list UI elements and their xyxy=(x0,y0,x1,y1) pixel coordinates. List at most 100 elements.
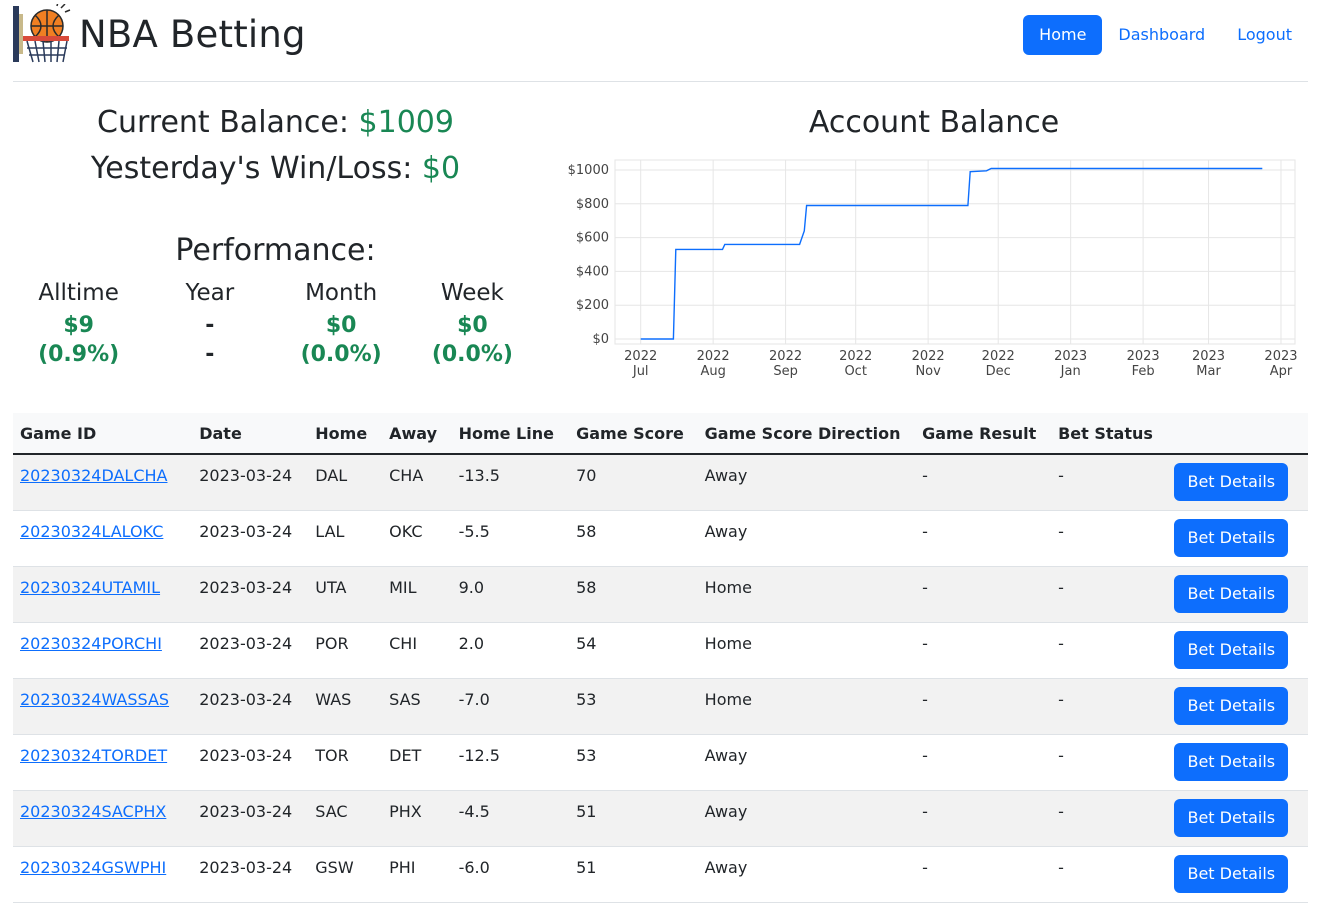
bet-details-button[interactable]: Bet Details xyxy=(1174,575,1289,613)
table-cell: Away xyxy=(697,734,916,791)
table-cell: POR xyxy=(308,622,383,679)
table-cell: - xyxy=(1051,678,1168,735)
column-header: Home Line xyxy=(451,413,570,455)
bet-details-button[interactable]: Bet Details xyxy=(1174,743,1289,781)
table-cell: -13.5 xyxy=(451,454,570,511)
nav-menu: Home Dashboard Logout xyxy=(1023,15,1308,55)
y-tick-label: $600 xyxy=(576,231,609,246)
table-cell: DET xyxy=(382,734,452,791)
nav-dashboard-link[interactable]: Dashboard xyxy=(1102,15,1221,55)
table-cell: UTA xyxy=(308,566,383,623)
table-cell: 2.0 xyxy=(451,622,570,679)
perf-pct: (0.0%) xyxy=(300,342,382,367)
x-tick-label-month: Mar xyxy=(1196,364,1221,379)
table-cell: - xyxy=(1051,790,1168,847)
column-header: Game Score Direction xyxy=(697,413,916,455)
column-header: Game ID xyxy=(13,413,193,455)
account-balance-chart[interactable]: $0$200$400$600$800$10002022Jul2022Aug202… xyxy=(560,150,1308,385)
table-cell: 9.0 xyxy=(451,566,570,623)
table-cell: CHA xyxy=(382,454,452,511)
perf-pct: (0.9%) xyxy=(38,342,120,367)
table-row: 20230324TORDET 2023-03-24 TOR DET -12.5 53 Awa… xyxy=(13,734,1308,791)
table-cell: 20230324DALCHA xyxy=(13,454,193,511)
bet-details-button[interactable]: Bet Details xyxy=(1174,463,1289,501)
game-id-link[interactable]: 20230324LALOKC xyxy=(20,522,163,541)
current-balance: Current Balance: $1009 xyxy=(13,100,538,146)
performance-title: Performance: xyxy=(175,233,376,268)
basketball-hoop-logo-icon xyxy=(13,4,71,63)
game-id-link[interactable]: 20230324PORCHI xyxy=(20,634,162,653)
y-tick-label: $1000 xyxy=(568,163,609,178)
table-cell: 70 xyxy=(569,454,698,511)
y-tick-label: $0 xyxy=(592,332,609,347)
table-cell: 2023-03-24 xyxy=(192,566,309,623)
table-cell: 53 xyxy=(569,678,698,735)
table-cell: Bet Details xyxy=(1167,566,1308,623)
x-tick-label-month: Oct xyxy=(844,364,866,379)
game-id-link[interactable]: 20230324GSWPHI xyxy=(20,858,166,877)
column-header xyxy=(1167,413,1308,455)
table-cell: PHX xyxy=(382,790,452,847)
bet-details-button[interactable]: Bet Details xyxy=(1174,519,1289,557)
x-tick-label-year: 2023 xyxy=(1264,349,1297,364)
bet-details-button[interactable]: Bet Details xyxy=(1174,687,1289,725)
x-tick-label-year: 2023 xyxy=(1127,349,1160,364)
games-table: Game ID Date Home Away Home Line Game Score Ga… xyxy=(13,413,1308,903)
table-row: 20230324GSWPHI 2023-03-24 GSW PHI -6.0 51 Away… xyxy=(13,846,1308,903)
game-id-link[interactable]: 20230324WASSAS xyxy=(20,690,169,709)
table-cell: Home xyxy=(697,622,916,679)
table-cell: - xyxy=(915,510,1052,567)
table-cell: - xyxy=(1051,510,1168,567)
table-cell: SAC xyxy=(308,790,383,847)
bet-details-button[interactable]: Bet Details xyxy=(1174,799,1289,837)
table-cell: - xyxy=(915,846,1052,903)
table-cell: 51 xyxy=(569,790,698,847)
nav-home-link[interactable]: Home xyxy=(1023,15,1103,55)
table-row: 20230324PORCHI 2023-03-24 POR CHI 2.0 54 Home -… xyxy=(13,622,1308,679)
game-id-link[interactable]: 20230324TORDET xyxy=(20,746,167,765)
table-cell: - xyxy=(915,678,1052,735)
table-cell: - xyxy=(915,734,1052,791)
table-cell: - xyxy=(1051,622,1168,679)
brand-title: NBA Betting xyxy=(79,12,306,56)
plot-area xyxy=(614,159,1296,345)
current-balance-value: $1009 xyxy=(358,105,454,140)
column-header: Away xyxy=(382,413,452,455)
table-cell: - xyxy=(1051,454,1168,511)
table-cell: - xyxy=(915,790,1052,847)
perf-alltime: Alltime $9 (0.9%) xyxy=(13,278,144,369)
x-tick-label-year: 2023 xyxy=(1192,349,1225,364)
game-id-link[interactable]: 20230324DALCHA xyxy=(20,466,167,485)
brand[interactable]: NBA Betting xyxy=(13,4,306,64)
game-id-link[interactable]: 20230324SACPHX xyxy=(20,802,166,821)
table-row: 20230324DALCHA 2023-03-24 DAL CHA -13.5 70 Awa… xyxy=(13,454,1308,511)
bet-details-button[interactable]: Bet Details xyxy=(1174,631,1289,669)
nav-logout-link[interactable]: Logout xyxy=(1221,15,1308,55)
table-cell: -5.5 xyxy=(451,510,570,567)
perf-value: $0 xyxy=(325,313,357,338)
x-tick-label-month: Nov xyxy=(915,364,941,379)
yesterday-label: Yesterday's Win/Loss: xyxy=(90,151,413,186)
table-cell: Bet Details xyxy=(1167,510,1308,567)
x-tick-label-year: 2022 xyxy=(624,349,657,364)
x-tick-label-year: 2022 xyxy=(697,349,730,364)
table-cell: -4.5 xyxy=(451,790,570,847)
perf-week: Week $0 (0.0%) xyxy=(407,278,538,369)
column-header: Bet Status xyxy=(1051,413,1168,455)
table-cell: - xyxy=(1051,846,1168,903)
table-cell: CHI xyxy=(382,622,452,679)
table-row: 20230324WASSAS 2023-03-24 WAS SAS -7.0 53 Home… xyxy=(13,678,1308,735)
y-tick-label: $200 xyxy=(576,298,609,313)
table-cell: Bet Details xyxy=(1167,454,1308,511)
bet-details-button[interactable]: Bet Details xyxy=(1174,855,1289,893)
chart-title: Account Balance xyxy=(808,105,1060,140)
x-tick-label-month: Aug xyxy=(700,364,725,379)
performance-table: Alltime $9 (0.9%) Year - - Month $0 (0.0… xyxy=(13,278,538,369)
table-cell: 2023-03-24 xyxy=(192,790,309,847)
table-cell: MIL xyxy=(382,566,452,623)
table-row: 20230324UTAMIL 2023-03-24 UTA MIL 9.0 58 Home -… xyxy=(13,566,1308,623)
perf-label: Year xyxy=(185,280,235,306)
game-id-link[interactable]: 20230324UTAMIL xyxy=(20,578,160,597)
column-header: Game Score xyxy=(569,413,698,455)
x-tick-label-month: Jan xyxy=(1060,364,1081,379)
